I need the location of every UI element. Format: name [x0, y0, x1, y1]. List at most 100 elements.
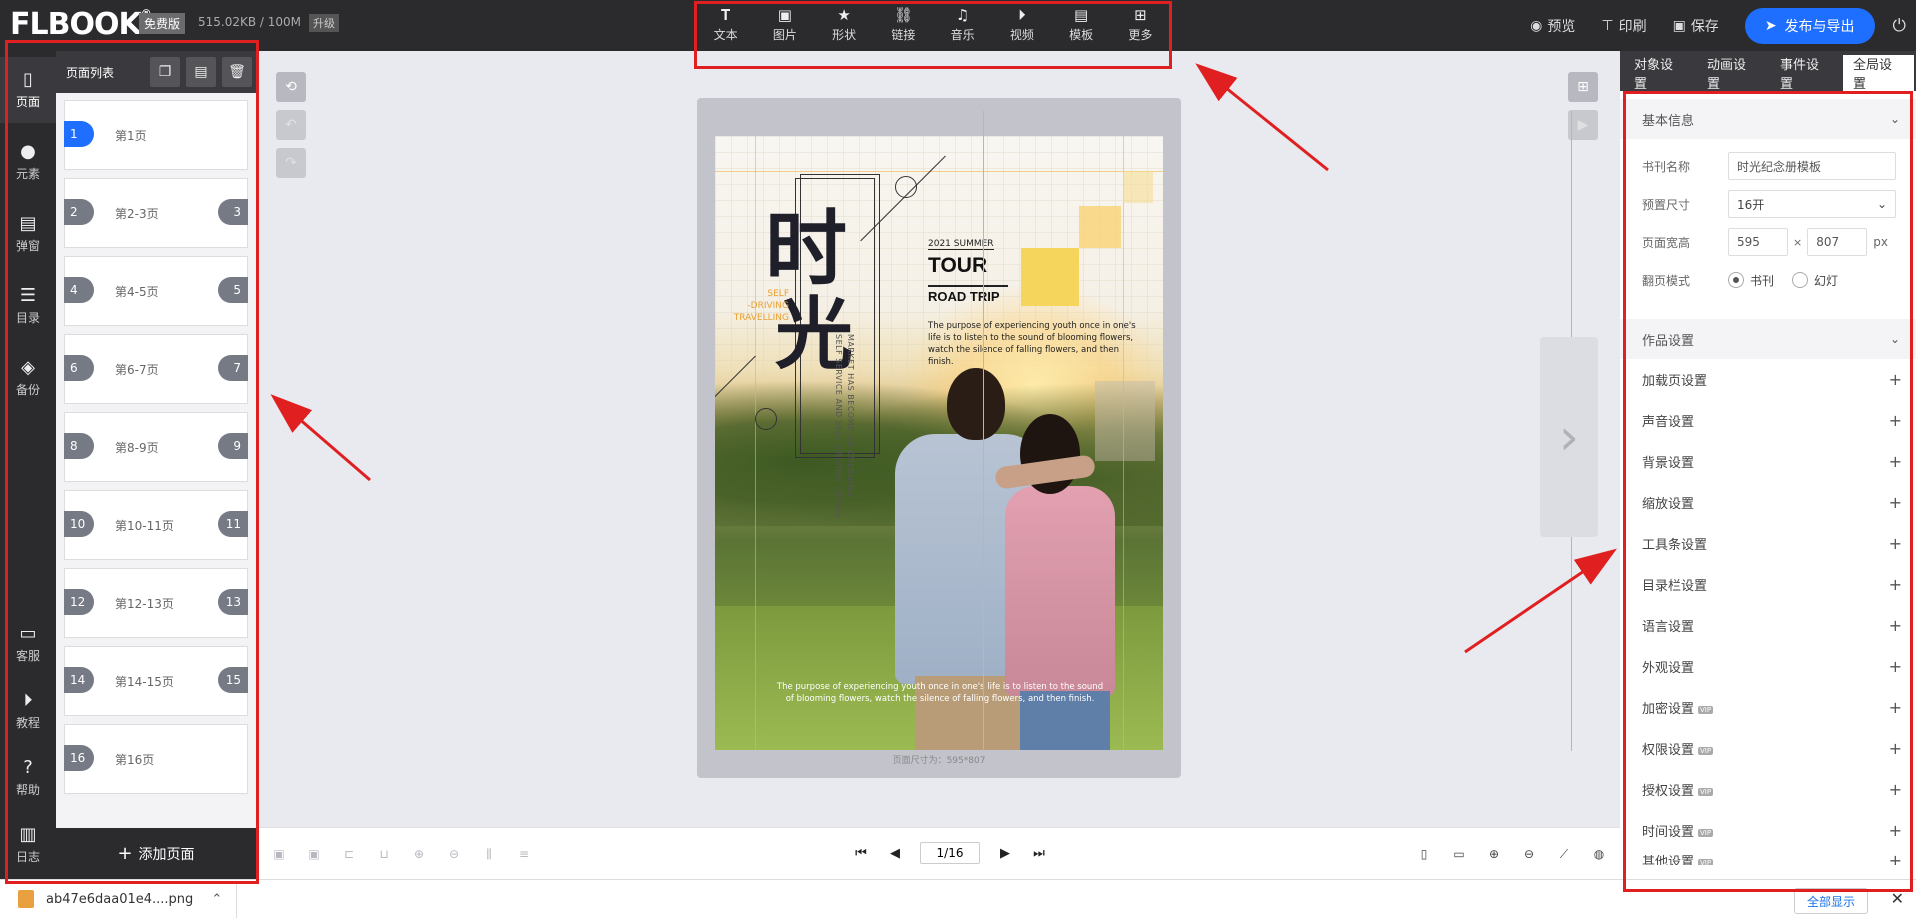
setting-permission[interactable]: 权限设置 VIP + [1620, 728, 1916, 769]
preset-size-select[interactable]: 16开 ⌄ [1728, 190, 1896, 218]
template-tool-button[interactable]: ▤ 模板 [1053, 3, 1109, 45]
page-number-input[interactable] [920, 842, 980, 864]
copy-page-button[interactable]: ❐ [150, 57, 180, 87]
play-preview-button[interactable]: ▶ [1568, 110, 1598, 140]
nav-tutorial[interactable]: ⏵ 教程 [0, 678, 56, 744]
setting-language[interactable]: 语言设置 + [1620, 605, 1916, 646]
setting-encryption[interactable]: 加密设置 VIP + [1620, 687, 1916, 728]
page-height-input[interactable]: 807 [1807, 228, 1868, 256]
nav-popup[interactable]: ▤ 弹窗 [0, 201, 56, 267]
paragraph-bottom[interactable]: The purpose of experiencing youth once i… [775, 681, 1105, 705]
video-tool-button[interactable]: ⏵ 视频 [994, 3, 1050, 45]
add-layer-button[interactable]: ⊞ [1568, 72, 1598, 102]
nav-backup[interactable]: ◈ 备份 [0, 345, 56, 411]
last-page-button[interactable]: ⏭ [1028, 841, 1050, 865]
upgrade-button[interactable]: 升级 [309, 14, 339, 32]
setting-toolbar[interactable]: 工具条设置 + [1620, 523, 1916, 564]
align-center-h-icon[interactable]: ⊕ [408, 844, 430, 864]
tab-global-settings[interactable]: 全局设置 [1843, 55, 1914, 92]
tour-title[interactable]: TOUR [928, 254, 987, 278]
setting-loading-page[interactable]: 加载页设置 + [1620, 359, 1916, 400]
publish-export-button[interactable]: ➤ 发布与导出 [1744, 7, 1875, 44]
nav-log[interactable]: ▥ 日志 [0, 812, 56, 878]
page-item-6-7[interactable]: 6 第6-7页 7 [64, 334, 248, 404]
page-item-4-5[interactable]: 4 第4-5页 5 [64, 256, 248, 326]
first-page-button[interactable]: ⏮ [850, 841, 872, 865]
more-tool-button[interactable]: ⊞ 更多 [1112, 3, 1168, 45]
prev-page-button[interactable]: ◀ [884, 841, 906, 865]
page-item-12-13[interactable]: 12 第12-13页 13 [64, 568, 248, 638]
book-name-input[interactable]: 时光纪念册模板 [1728, 152, 1896, 180]
setting-sound[interactable]: 声音设置 + [1620, 400, 1916, 441]
vertical-text-2[interactable]: MARKET HAS BECOME AN EMERGING [845, 334, 856, 554]
tab-event-settings[interactable]: 事件设置 [1770, 55, 1841, 92]
history-button[interactable]: ⟲ [276, 72, 306, 102]
music-tool-button[interactable]: ♫ 音乐 [935, 3, 991, 45]
double-page-icon[interactable]: ▭ [1448, 844, 1470, 864]
align-bottom-icon[interactable]: ⊔ [373, 844, 395, 864]
add-page-button[interactable]: + 添加页面 [56, 828, 256, 879]
page-item-16[interactable]: 16 第16页 [64, 724, 248, 794]
undo-button[interactable]: ↶ [276, 110, 306, 140]
setting-other[interactable]: 其他设置 VIP + [1620, 851, 1916, 865]
delete-page-button[interactable]: 🗑 [222, 57, 252, 87]
calligraphy-shi[interactable]: 时 [765, 208, 847, 290]
print-button[interactable]: ⊤ 印刷 [1601, 16, 1646, 36]
text-tool-button[interactable]: 𝐓 文本 [698, 3, 754, 45]
preview-button[interactable]: ◉ 预览 [1530, 16, 1575, 36]
setting-appearance[interactable]: 外观设置 + [1620, 646, 1916, 687]
align-left-icon[interactable]: ⊏ [338, 844, 360, 864]
basic-info-section-header[interactable]: 基本信息 ⌄ [1620, 99, 1916, 139]
nav-toc[interactable]: ☰ 目录 [0, 273, 56, 339]
shape-tool-button[interactable]: ★ 形状 [816, 3, 872, 45]
flip-slide-radio[interactable] [1792, 272, 1809, 288]
page-item-10-11[interactable]: 10 第10-11页 11 [64, 490, 248, 560]
poster-page[interactable]: 时 光 SELF -DRIVING TRAVELLING SELF SERVIC… [715, 136, 1163, 750]
page-item-2-3[interactable]: 2 第2-3页 3 [64, 178, 248, 248]
next-page-button[interactable]: ▶ [994, 841, 1016, 865]
nav-support[interactable]: ▭ 客服 [0, 611, 56, 677]
image-tool-button[interactable]: ▣ 图片 [757, 3, 813, 45]
fit-icon[interactable]: ⟋ [1553, 844, 1575, 864]
work-settings-section-header[interactable]: 作品设置 ⌄ [1620, 319, 1916, 359]
power-icon[interactable]: ⏻ [1893, 16, 1906, 36]
setting-zoom[interactable]: 缩放设置 + [1620, 482, 1916, 523]
page-item-1[interactable]: 1 第1页 [64, 100, 248, 170]
close-icon[interactable]: ✕ [1891, 889, 1904, 908]
zoom-out-icon[interactable]: ⊖ [1518, 844, 1540, 864]
setting-background[interactable]: 背景设置 + [1620, 441, 1916, 482]
page-item-14-15[interactable]: 14 第14-15页 15 [64, 646, 248, 716]
vertical-text-1[interactable]: SELF SERVICE AND SELF DRIVING TRAVEL [833, 334, 844, 554]
page-width-input[interactable]: 595 [1728, 228, 1788, 256]
align-center-v-icon[interactable]: ⊖ [443, 844, 465, 864]
next-page-arrow[interactable]: › [1540, 337, 1598, 537]
distribute-v-icon[interactable]: ≡ [513, 844, 535, 864]
settings-wheel-icon[interactable]: ◍ [1588, 844, 1610, 864]
nav-element[interactable]: ● 元素 [0, 129, 56, 195]
page-item-8-9[interactable]: 8 第8-9页 9 [64, 412, 248, 482]
single-page-icon[interactable]: ▯ [1413, 844, 1435, 864]
distribute-h-icon[interactable]: ⫼ [478, 844, 500, 864]
travelling-text[interactable]: SELF -DRIVING TRAVELLING [729, 288, 789, 324]
road-trip-title[interactable]: ROAD TRIP [928, 289, 1000, 304]
setting-toc-bar[interactable]: 目录栏设置 + [1620, 564, 1916, 605]
tab-animation-settings[interactable]: 动画设置 [1697, 55, 1768, 92]
paragraph-top[interactable]: The purpose of experiencing youth once i… [928, 320, 1138, 368]
send-backward-icon[interactable]: ▣ [303, 844, 325, 864]
chevron-up-icon[interactable]: ⌃ [211, 892, 222, 907]
setting-authorization[interactable]: 授权设置 VIP + [1620, 769, 1916, 810]
show-all-button[interactable]: 全部显示 [1793, 888, 1868, 914]
tab-object-settings[interactable]: 对象设置 [1624, 55, 1695, 92]
nav-help[interactable]: ? 帮助 [0, 745, 56, 811]
duplicate-page-button[interactable]: ▤ [186, 57, 216, 87]
flip-book-radio[interactable] [1728, 272, 1744, 288]
download-item[interactable]: ab47e6daa01e4....png ⌃ [18, 890, 222, 908]
nav-page[interactable]: ▯ 页面 [0, 57, 56, 123]
link-tool-button[interactable]: ⛓ 链接 [875, 3, 931, 45]
app-logo[interactable]: FLBOOK® [10, 7, 152, 42]
setting-time[interactable]: 时间设置 VIP + [1620, 810, 1916, 851]
save-button[interactable]: ▣ 保存 [1673, 16, 1719, 36]
redo-button[interactable]: ↷ [276, 148, 306, 178]
zoom-in-icon[interactable]: ⊕ [1483, 844, 1505, 864]
bring-forward-icon[interactable]: ▣ [268, 844, 290, 864]
